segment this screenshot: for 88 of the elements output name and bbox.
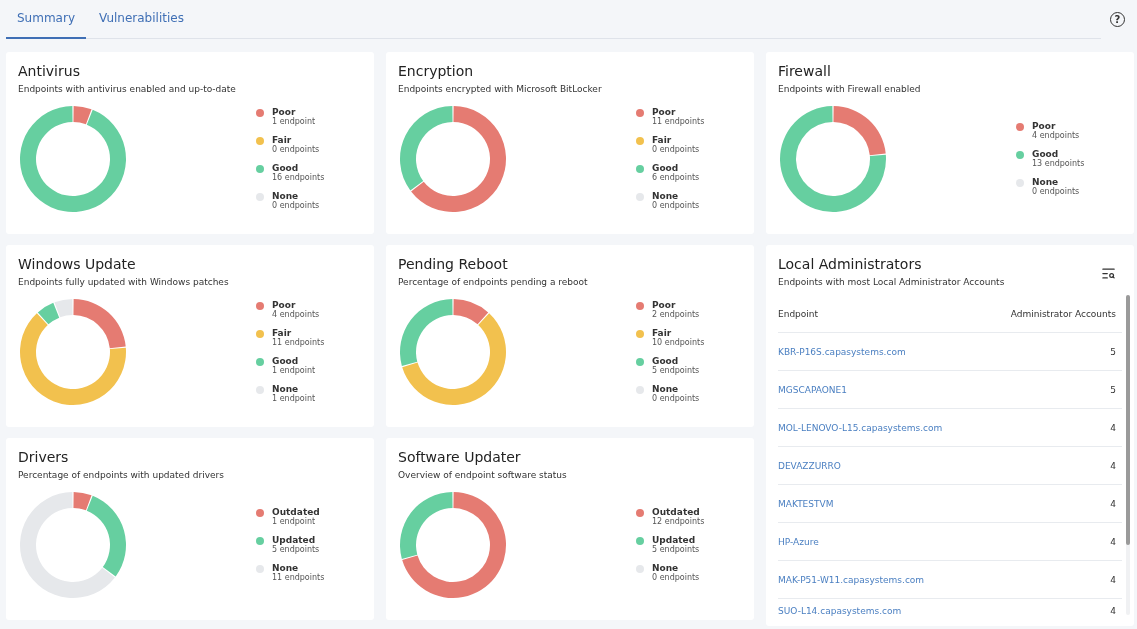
card-title: Pending Reboot xyxy=(398,256,509,272)
card-subtitle: Percentage of endpoints with updated drivers xyxy=(18,470,225,480)
legend-count: 5 endpoints xyxy=(652,366,700,375)
card-title: Windows Update xyxy=(18,256,137,272)
legend-count: 0 endpoints xyxy=(652,573,700,582)
table-cell: 4 xyxy=(1110,498,1116,509)
endpoint-link[interactable]: SUO-L14.capasystems.com xyxy=(778,606,902,616)
legend-label: Poor xyxy=(652,300,677,310)
card-title: Local Administrators xyxy=(778,256,923,272)
legend-label: Fair xyxy=(652,135,673,145)
legend-count: 1 endpoint xyxy=(272,517,317,526)
legend-count: 0 endpoints xyxy=(1032,187,1080,196)
table-cell: 4 xyxy=(1110,536,1116,547)
legend-count: 11 endpoints xyxy=(272,573,325,582)
legend-label: Outdated xyxy=(652,507,701,517)
legend-count: 5 endpoints xyxy=(652,545,700,554)
legend-label: Fair xyxy=(652,328,673,338)
table-cell: 4 xyxy=(1110,422,1116,433)
legend-count: 0 endpoints xyxy=(652,145,700,154)
legend-count: 0 endpoints xyxy=(652,394,700,403)
card-subtitle: Endpoints encrypted with Microsoft BitLocker xyxy=(398,84,603,94)
legend-label: None xyxy=(272,191,300,201)
card-subtitle: Endpoints with antivirus enabled and up-to-date xyxy=(18,84,237,94)
legend-label: Good xyxy=(272,163,300,173)
card-subtitle: Endpoints with most Local Administrator Accounts xyxy=(778,277,1005,287)
table-cell: 4 xyxy=(1110,574,1116,585)
legend-label: None xyxy=(652,191,680,201)
endpoint-link[interactable]: MAK-P51-W11.capasystems.com xyxy=(778,574,925,585)
table-cell: 4 xyxy=(1110,606,1116,616)
legend-count: 16 endpoints xyxy=(272,173,325,182)
legend-label: Good xyxy=(652,163,680,173)
legend-label: Updated xyxy=(272,535,316,545)
card-subtitle: Percentage of endpoints pending a reboot xyxy=(398,277,589,287)
legend-label: None xyxy=(272,563,300,573)
card-title: Drivers xyxy=(18,449,70,465)
legend-label: Good xyxy=(652,356,680,366)
column-header: Administrator Accounts xyxy=(1010,308,1116,319)
card-title: Software Updater xyxy=(398,449,522,465)
endpoint-link[interactable]: HP-Azure xyxy=(778,536,819,547)
legend-label: Fair xyxy=(272,328,293,338)
table-cell: 4 xyxy=(1110,460,1116,471)
legend-label: Poor xyxy=(272,300,297,310)
legend-count: 11 endpoints xyxy=(272,338,325,347)
legend-count: 1 endpoint xyxy=(272,394,316,403)
filter-search-icon[interactable] xyxy=(1101,266,1116,281)
card-title: Firewall xyxy=(778,63,832,79)
legend-label: Fair xyxy=(272,135,293,145)
card-title: Antivirus xyxy=(18,63,81,79)
legend-count: 5 endpoints xyxy=(272,545,320,554)
legend-count: 11 endpoints xyxy=(652,117,705,126)
legend-label: None xyxy=(652,384,680,394)
legend-label: Poor xyxy=(1032,121,1057,131)
tab[interactable]: Vulnerabilities xyxy=(88,11,195,39)
endpoint-link[interactable]: MGSCAPAONE1 xyxy=(778,384,847,395)
endpoint-link[interactable]: MAKTESTVM xyxy=(778,498,834,509)
legend-label: Poor xyxy=(272,107,297,117)
table-cell: 5 xyxy=(1110,346,1116,357)
legend-count: 4 endpoints xyxy=(1032,131,1080,140)
legend-count: 13 endpoints xyxy=(1032,159,1085,168)
endpoint-link[interactable]: DEVAZZURRO xyxy=(778,460,841,471)
legend-count: 12 endpoints xyxy=(652,517,705,526)
legend-count: 1 endpoint xyxy=(272,117,316,126)
legend-count: 0 endpoints xyxy=(272,145,320,154)
legend-count: 4 endpoints xyxy=(272,310,320,319)
card-subtitle: Overview of endpoint software status xyxy=(398,470,568,480)
legend-count: 1 endpoint xyxy=(272,366,316,375)
tab[interactable]: Summary xyxy=(6,11,86,39)
legend-count: 0 endpoints xyxy=(272,201,320,210)
legend-label: None xyxy=(1032,177,1060,187)
legend-label: None xyxy=(652,563,680,573)
card-subtitle: Endpoints with Firewall enabled xyxy=(778,84,922,94)
legend-label: Good xyxy=(272,356,300,366)
legend-label: Updated xyxy=(652,535,696,545)
card-subtitle: Endpoints fully updated with Windows patches xyxy=(18,277,230,287)
legend-label: Good xyxy=(1032,149,1060,159)
table-cell: 5 xyxy=(1110,384,1116,395)
endpoint-link[interactable]: MOL-LENOVO-L15.capasystems.com xyxy=(778,422,943,433)
card-title: Encryption xyxy=(398,63,475,79)
legend-label: Outdated xyxy=(272,507,320,517)
legend-count: 0 endpoints xyxy=(652,201,700,210)
scrollbar[interactable] xyxy=(1126,295,1130,615)
endpoint-link[interactable]: KBR-P16S.capasystems.com xyxy=(778,346,906,357)
legend-count: 2 endpoints xyxy=(652,310,700,319)
column-header: Endpoint xyxy=(778,308,819,319)
legend-label: None xyxy=(272,384,300,394)
legend-count: 6 endpoints xyxy=(652,173,700,182)
legend-label: Poor xyxy=(652,107,677,117)
legend-count: 10 endpoints xyxy=(652,338,705,347)
